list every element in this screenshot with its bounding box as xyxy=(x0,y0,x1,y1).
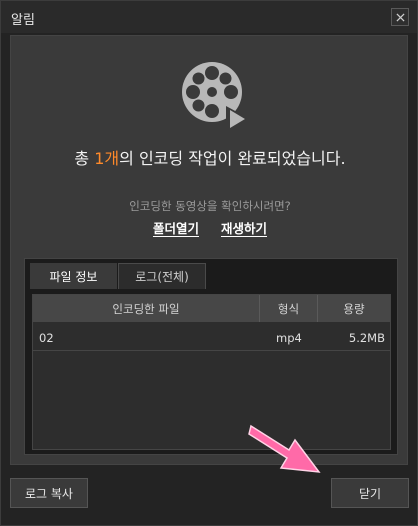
cell-file: 02 xyxy=(39,330,54,345)
tab-file-info[interactable]: 파일 정보 xyxy=(30,263,117,289)
dialog-content: 총 1개의 인코딩 작업이 완료되었습니다. 인코딩한 동영상을 확인하시려면?… xyxy=(10,35,408,465)
tab-log-all[interactable]: 로그(전체) xyxy=(118,263,206,289)
window-title: 알림 xyxy=(11,13,35,28)
close-button[interactable]: 닫기 xyxy=(331,478,409,508)
table-header: 인코딩한 파일 형식 용량 xyxy=(33,295,390,322)
job-count: 1개 xyxy=(94,149,120,168)
notification-dialog: 알림 총 1개의 인코딩 작업이 완료되었습니다. 인코딩한 동영상을 확인하시… xyxy=(0,0,418,526)
header-encoded-file[interactable]: 인코딩한 파일 xyxy=(33,295,260,322)
info-panel: 파일 정보 로그(전체) 인코딩한 파일 형식 용량 02 mp4 5.2MB xyxy=(24,258,398,455)
message-suffix: 의 인코딩 작업이 완료되었습니다. xyxy=(119,149,346,168)
title-bar: 알림 xyxy=(1,1,417,33)
play-link[interactable]: 재생하기 xyxy=(221,218,267,237)
film-reel-play-icon xyxy=(182,62,250,132)
header-size[interactable]: 용량 xyxy=(318,295,390,322)
completion-message: 총 1개의 인코딩 작업이 완료되었습니다. xyxy=(11,145,409,169)
cell-size: 5.2MB xyxy=(348,330,385,345)
check-video-question: 인코딩한 동영상을 확인하시려면? xyxy=(129,199,291,213)
open-folder-link[interactable]: 폴더열기 xyxy=(153,218,199,237)
copy-log-button[interactable]: 로그 복사 xyxy=(10,478,88,508)
pointer-arrow-icon xyxy=(248,424,321,473)
header-format[interactable]: 형식 xyxy=(260,295,318,322)
window-close-button[interactable] xyxy=(391,8,409,26)
message-prefix: 총 xyxy=(74,149,95,168)
cell-format: mp4 xyxy=(276,330,302,345)
table-row[interactable]: 02 mp4 5.2MB xyxy=(33,324,390,351)
action-links: 폴더열기 재생하기 xyxy=(11,218,409,237)
file-table: 인코딩한 파일 형식 용량 02 mp4 5.2MB xyxy=(32,294,391,450)
close-icon xyxy=(395,12,405,22)
